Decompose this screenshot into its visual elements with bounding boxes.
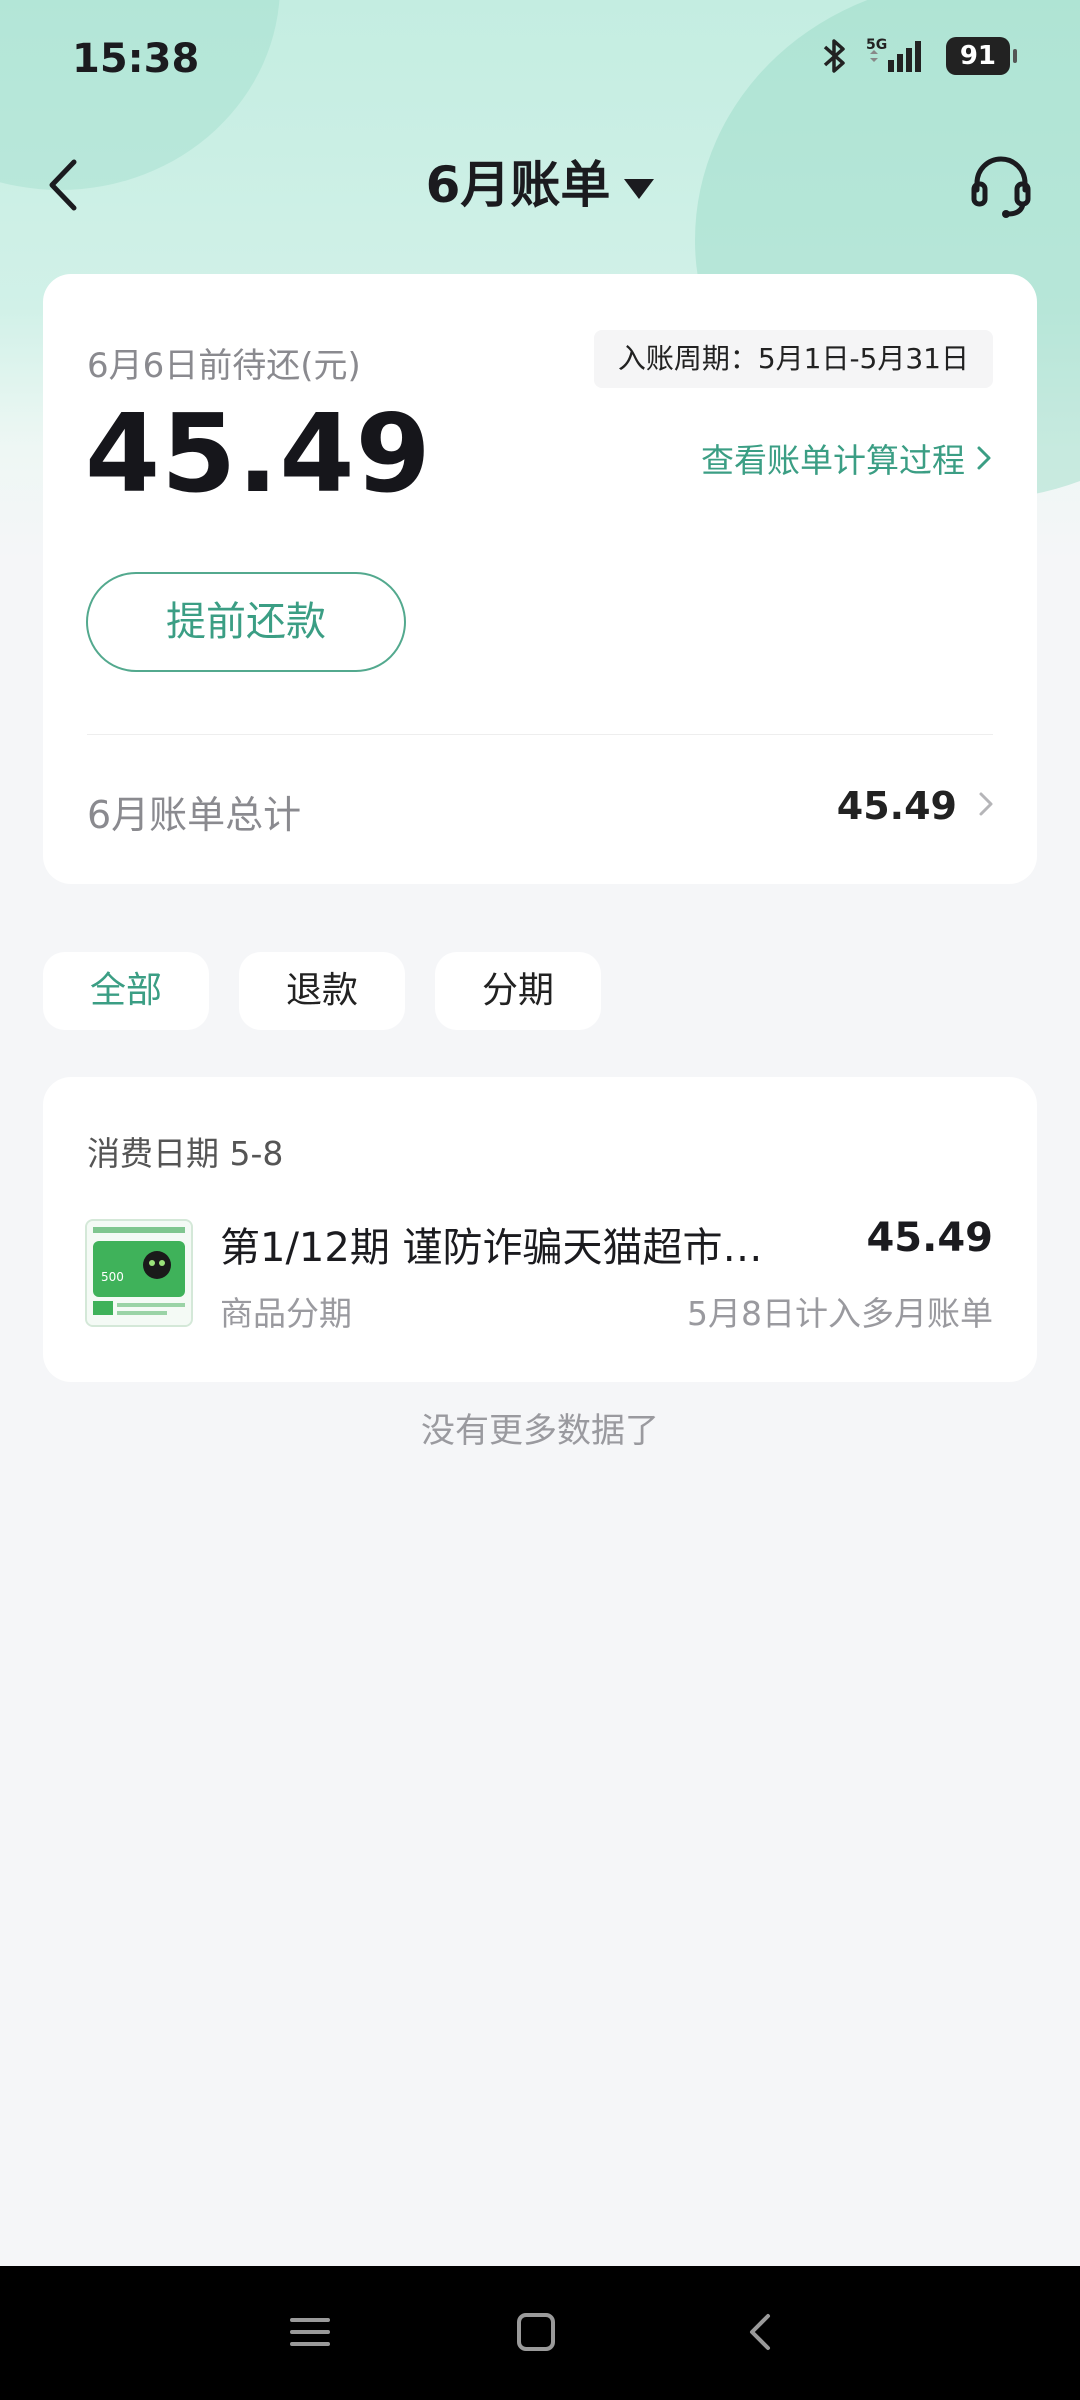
chevron-right-icon xyxy=(975,441,993,480)
filter-tab-installment[interactable]: 分期 xyxy=(435,952,601,1030)
view-calculation-label: 查看账单计算过程 xyxy=(701,441,965,480)
filter-tab-all[interactable]: 全部 xyxy=(43,952,209,1030)
transaction-category: 商品分期 xyxy=(220,1294,352,1333)
battery-level: 91 xyxy=(959,41,996,71)
bill-summary-card: 6月6日前待还(元) 入账周期：5月1日-5月31日 45.49 查看账单计算过… xyxy=(43,274,1037,884)
product-thumbnail: 500 xyxy=(85,1219,193,1327)
prepay-button[interactable]: 提前还款 xyxy=(86,572,406,672)
divider xyxy=(87,734,993,735)
headset-icon xyxy=(971,156,1031,218)
bluetooth-icon xyxy=(823,39,845,73)
month-selector[interactable]: 6月账单 xyxy=(0,145,1080,217)
signal-icon: 5G xyxy=(866,37,921,72)
transaction-title: 第1/12期 谨防诈骗天猫超市卡电子卡500元 xyxy=(220,1225,790,1271)
bill-total-label: 6月账单总计 xyxy=(87,793,302,837)
back-triangle-icon xyxy=(750,2314,770,2350)
home-button[interactable] xyxy=(506,2302,566,2362)
bill-total-value[interactable]: 45.49 xyxy=(837,784,957,828)
system-back-button[interactable] xyxy=(732,2302,792,2362)
chevron-right-icon[interactable] xyxy=(977,786,995,831)
customer-service-button[interactable] xyxy=(968,150,1034,220)
system-nav-bar xyxy=(0,2266,1080,2400)
transaction-date: 消费日期 5-8 xyxy=(87,1134,284,1173)
status-icons: 5G 91 xyxy=(820,36,1018,76)
billing-period-chip: 入账周期：5月1日-5月31日 xyxy=(593,330,993,388)
page-title: 6月账单 xyxy=(425,156,611,214)
caret-down-icon xyxy=(624,178,655,199)
svg-text:500: 500 xyxy=(101,1270,124,1284)
status-time: 15:38 xyxy=(72,36,200,82)
filter-tab-refund[interactable]: 退款 xyxy=(239,952,405,1030)
end-of-list-text: 没有更多数据了 xyxy=(421,1411,659,1451)
view-calculation-link[interactable]: 查看账单计算过程 xyxy=(701,434,993,482)
transaction-note: 5月8日计入多月账单 xyxy=(687,1294,993,1333)
bill-page: 15:38 5G 91 6月账单 6月6日前待还(元) 入账周期：5月1日-5月… xyxy=(0,0,1080,2400)
network-label: 5G xyxy=(866,37,887,53)
menu-icon xyxy=(290,2318,330,2346)
transaction-amount: 45.49 xyxy=(866,1215,993,1261)
battery-icon: 91 xyxy=(945,37,1018,75)
due-date-label: 6月6日前待还(元) xyxy=(87,346,361,386)
transaction-card: 消费日期 5-8 500 第1/12期 谨防诈骗天猫超市卡电子卡500元 45.… xyxy=(43,1077,1037,1382)
home-square-icon xyxy=(517,2313,555,2351)
menu-button[interactable] xyxy=(280,2302,340,2362)
amount-due: 45.49 xyxy=(85,392,432,517)
